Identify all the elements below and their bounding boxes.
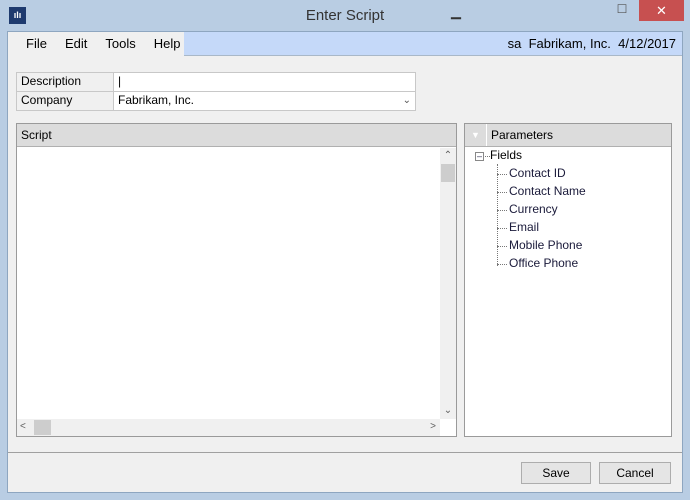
description-label: Description — [16, 72, 114, 92]
tree-item[interactable]: Currency — [509, 202, 558, 216]
collapse-tree-icon[interactable]: – — [475, 152, 484, 161]
chevron-down-icon[interactable]: ⌄ — [403, 92, 411, 109]
tree-root-fields[interactable]: Fields — [490, 148, 522, 162]
user-company: Fabrikam, Inc. — [528, 36, 611, 51]
scroll-left-icon[interactable]: < — [20, 421, 26, 432]
menu-bar: File Edit Tools Help sa Fabrikam, Inc. 4… — [8, 32, 682, 56]
footer-divider — [8, 452, 682, 453]
user-info: sa Fabrikam, Inc. 4/12/2017 — [508, 32, 676, 56]
company-select[interactable]: Fabrikam, Inc. ⌄ — [113, 91, 416, 111]
tree-item[interactable]: Office Phone — [509, 256, 578, 270]
company-value: Fabrikam, Inc. — [118, 93, 195, 107]
parameters-header: ▼ Parameters — [465, 124, 671, 147]
script-header: Script — [17, 124, 456, 147]
save-button[interactable]: Save — [521, 462, 591, 484]
close-button[interactable]: ✕ — [639, 0, 684, 21]
menu-help[interactable]: Help — [145, 32, 190, 56]
user-date: 4/12/2017 — [618, 36, 676, 51]
cancel-button[interactable]: Cancel — [599, 462, 671, 484]
title-bar: ılı Enter Script ▁ ☐ ✕ — [0, 0, 690, 31]
menu-tools[interactable]: Tools — [96, 32, 144, 56]
window-title: Enter Script — [305, 7, 385, 24]
minimize-button[interactable]: ▁ — [443, 4, 469, 20]
h-scroll-thumb[interactable] — [34, 420, 51, 435]
scroll-thumb[interactable] — [441, 164, 455, 182]
description-input[interactable]: | — [113, 72, 416, 92]
parameters-panel: ▼ Parameters – Fields Contact ID Contact … — [464, 123, 672, 437]
tree-item[interactable]: Email — [509, 220, 539, 234]
scroll-right-icon[interactable]: > — [430, 421, 436, 432]
menu-edit[interactable]: Edit — [56, 32, 96, 56]
parameters-title: Parameters — [491, 128, 554, 142]
menu-file[interactable]: File — [17, 32, 56, 56]
tree-item[interactable]: Mobile Phone — [509, 238, 582, 252]
collapse-triangle-icon[interactable]: ▼ — [465, 124, 487, 146]
scroll-up-icon[interactable]: ⌃ — [440, 148, 456, 164]
script-panel: Script ⌃ ⌄ < > — [16, 123, 457, 437]
vertical-scrollbar[interactable]: ⌃ ⌄ — [440, 148, 456, 419]
scroll-down-icon[interactable]: ⌄ — [440, 403, 456, 419]
script-textarea[interactable] — [17, 148, 440, 419]
user-name: sa — [507, 36, 522, 51]
horizontal-scrollbar[interactable]: < > — [17, 419, 440, 436]
tree-item[interactable]: Contact Name — [509, 184, 586, 198]
tree-item[interactable]: Contact ID — [509, 166, 566, 180]
maximize-button[interactable]: ☐ — [612, 2, 632, 20]
company-label: Company — [16, 91, 114, 111]
